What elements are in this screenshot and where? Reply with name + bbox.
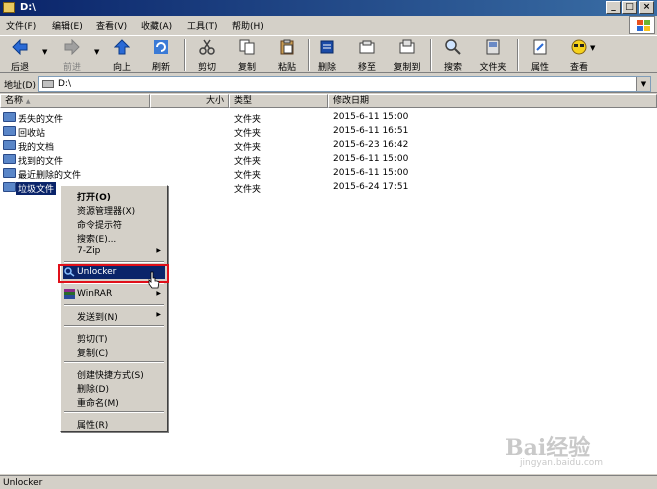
folder-icon — [3, 168, 16, 178]
winrar-icon — [64, 289, 75, 299]
folder-icon — [3, 112, 16, 122]
window-title: D:\ — [20, 2, 36, 13]
copy-icon — [239, 39, 255, 55]
views-icon — [571, 39, 587, 55]
address-input[interactable]: D:\ ▼ — [38, 76, 651, 92]
clipboard-icon — [280, 39, 294, 55]
status-text: Unlocker — [3, 478, 43, 488]
menu-bar: 文件(F) 编辑(E) 查看(V) 收藏(A) 工具(T) 帮助(H) — [0, 16, 657, 34]
move-to-button[interactable]: 移至 — [347, 38, 387, 73]
recycle-bin-icon — [3, 126, 16, 136]
maximize-button[interactable]: □ — [622, 1, 637, 14]
menu-view[interactable]: 查看(V) — [96, 19, 127, 32]
column-header-type[interactable]: 类型 — [229, 94, 328, 108]
menu-favorites[interactable]: 收藏(A) — [141, 19, 172, 32]
address-dropdown-icon[interactable]: ▼ — [636, 77, 650, 91]
properties-button[interactable]: 属性 — [520, 38, 560, 73]
back-button[interactable]: 后退 — [0, 38, 40, 73]
menu-item-create-shortcut[interactable]: 创建快捷方式(S) — [63, 366, 165, 381]
scissors-icon — [199, 39, 215, 55]
submenu-arrow-icon: ▶ — [156, 290, 161, 297]
menu-item-search[interactable]: 搜索(E)... — [63, 230, 165, 245]
folder-icon — [3, 2, 15, 13]
menu-edit[interactable]: 编辑(E) — [52, 19, 83, 32]
menu-item-explorer[interactable]: 资源管理器(X) — [63, 202, 165, 217]
menu-item-cut[interactable]: 剪切(T) — [63, 330, 165, 345]
menu-item-rename[interactable]: 重命名(M) — [63, 394, 165, 409]
menu-item-cmd[interactable]: 命令提示符 — [63, 216, 165, 231]
column-header-name[interactable]: 名称 ▲ — [0, 94, 150, 108]
copy-button[interactable]: 复制 — [227, 38, 267, 73]
menu-item-delete[interactable]: 删除(D) — [63, 380, 165, 395]
status-bar: Unlocker — [0, 475, 657, 489]
drive-icon — [42, 80, 54, 88]
table-row[interactable]: 找到的文件 文件夹 2015-6-11 15:00 — [0, 152, 657, 167]
menu-item-7zip[interactable]: 7-Zip ▶ — [63, 244, 165, 258]
context-menu: 打开(O) 资源管理器(X) 命令提示符 搜索(E)... 7-Zip ▶ Unl… — [60, 185, 168, 432]
address-bar: 地址(D) D:\ ▼ — [0, 74, 657, 93]
back-dropdown-icon[interactable]: ▼ — [42, 48, 47, 56]
back-arrow-icon — [12, 38, 28, 56]
folders-button[interactable]: 文件夹 — [473, 38, 513, 73]
refresh-button[interactable]: 刷新 — [141, 38, 181, 73]
views-dropdown-icon[interactable]: ▼ — [590, 44, 595, 52]
delete-icon — [320, 40, 334, 54]
mouse-cursor-icon — [148, 271, 160, 289]
folder-icon — [3, 182, 16, 192]
paste-button[interactable]: 粘贴 — [267, 38, 307, 73]
refresh-icon — [154, 40, 168, 54]
column-header-modified[interactable]: 修改日期 — [328, 94, 657, 108]
forward-button[interactable]: 前进 — [52, 38, 92, 73]
menu-item-properties[interactable]: 属性(R) — [63, 416, 165, 431]
folder-icon — [3, 154, 16, 164]
table-row[interactable]: 我的文档 文件夹 2015-6-23 16:42 — [0, 138, 657, 153]
delete-button[interactable]: 删除 — [307, 38, 347, 73]
search-icon — [445, 39, 461, 55]
title-bar: D:\ _ □ × — [0, 0, 657, 16]
search-button[interactable]: 搜索 — [433, 38, 473, 73]
menu-item-copy[interactable]: 复制(C) — [63, 344, 165, 359]
folder-icon — [3, 140, 16, 150]
menu-item-open[interactable]: 打开(O) — [63, 188, 165, 203]
up-arrow-icon — [113, 39, 131, 55]
menu-file[interactable]: 文件(F) — [6, 19, 36, 32]
menu-help[interactable]: 帮助(H) — [232, 19, 264, 32]
windows-logo-icon — [629, 16, 655, 34]
watermark-url: jingyan.baidu.com — [520, 458, 604, 468]
cut-button[interactable]: 剪切 — [187, 38, 227, 73]
menu-item-winrar[interactable]: WinRAR ▶ — [63, 287, 165, 301]
properties-icon — [533, 39, 547, 55]
up-button[interactable]: 向上 — [102, 38, 142, 73]
folders-icon — [486, 39, 500, 55]
forward-arrow-icon — [64, 38, 80, 56]
column-header-size[interactable]: 大小 — [150, 94, 229, 108]
submenu-arrow-icon: ▶ — [156, 247, 161, 254]
minimize-button[interactable]: _ — [606, 1, 621, 14]
toolbar: 后退 ▼ 前进 ▼ 向上 刷新 剪切 复制 粘贴 删除 移至 复制到 搜索 文件… — [0, 35, 657, 73]
table-row[interactable]: 回收站 文件夹 2015-6-11 16:51 — [0, 124, 657, 139]
menu-item-send-to[interactable]: 发送到(N) ▶ — [63, 308, 165, 323]
copy-to-icon — [399, 39, 415, 54]
forward-dropdown-icon[interactable]: ▼ — [94, 48, 99, 56]
table-row[interactable]: 丢失的文件 文件夹 2015-6-11 15:00 — [0, 110, 657, 125]
copy-to-button[interactable]: 复制到 — [387, 38, 427, 73]
menu-tools[interactable]: 工具(T) — [187, 19, 218, 32]
close-button[interactable]: × — [639, 1, 654, 14]
submenu-arrow-icon: ▶ — [156, 311, 161, 318]
move-to-icon — [359, 40, 375, 54]
table-row[interactable]: 最近删除的文件 文件夹 2015-6-11 15:00 — [0, 166, 657, 181]
address-label: 地址(D) — [4, 81, 36, 91]
